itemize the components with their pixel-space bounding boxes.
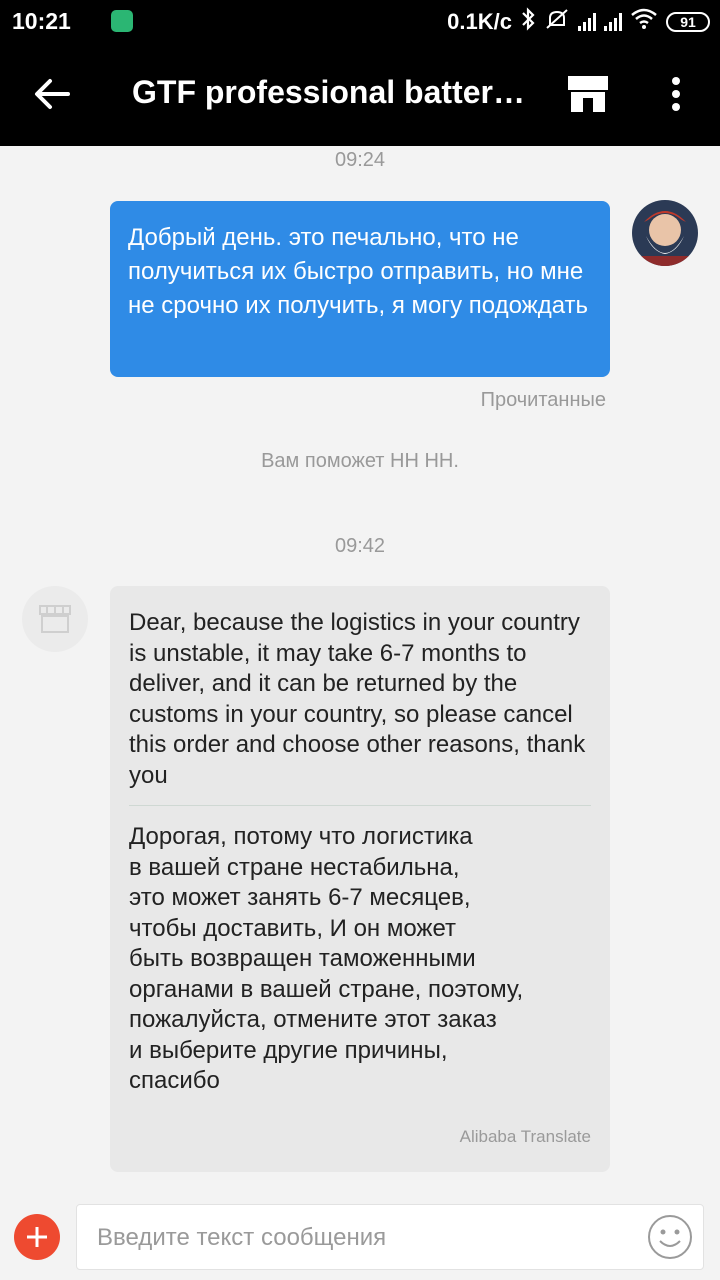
status-right: 0.1K/c 91 xyxy=(447,6,710,38)
top-bar: 10:21 0.1K/c 91 GTF professional battery… xyxy=(0,0,720,146)
plus-button[interactable] xyxy=(14,1214,60,1260)
seller-translation-text: Дорогая, потому что логистика в вашей ст… xyxy=(129,823,524,1094)
shop-avatar[interactable] xyxy=(22,586,88,652)
notification-app-icon xyxy=(111,10,133,32)
user-avatar[interactable] xyxy=(632,200,698,266)
status-bar: 10:21 0.1K/c 91 xyxy=(0,0,720,44)
timestamp: 09:42 xyxy=(334,535,386,557)
network-speed: 0.1K/c xyxy=(447,9,512,34)
read-status: Прочитанные xyxy=(480,389,606,411)
back-arrow-icon[interactable] xyxy=(30,72,74,116)
system-message: Вам поможет НН НН. xyxy=(261,450,459,472)
battery-icon: 91 xyxy=(666,12,710,32)
input-bar xyxy=(0,1192,720,1280)
message-input[interactable] xyxy=(95,1215,639,1261)
message-field[interactable] xyxy=(76,1204,704,1270)
emoji-icon[interactable] xyxy=(647,1214,693,1260)
chat-header: GTF professional battery... xyxy=(0,44,720,146)
translation-credit: Alibaba Translate xyxy=(459,1126,591,1146)
store-icon[interactable] xyxy=(566,74,610,114)
signal-icon-2 xyxy=(604,13,622,31)
wifi-icon xyxy=(630,8,658,36)
more-vert-icon[interactable] xyxy=(666,74,686,114)
chat-title: GTF professional battery... xyxy=(132,74,532,110)
bluetooth-icon xyxy=(520,7,536,37)
plus-icon xyxy=(27,1227,47,1247)
timestamp: 09:24 xyxy=(334,149,386,171)
mute-icon xyxy=(544,7,570,37)
seller-message-text: Dear, because the logistics in your coun… xyxy=(129,609,586,789)
seller-message-bubble[interactable]: Dear, because the logistics in your coun… xyxy=(110,586,610,1172)
divider xyxy=(129,805,591,806)
status-time: 10:21 xyxy=(12,8,71,34)
my-message-bubble[interactable]: Добрый день. это печально, что не получи… xyxy=(110,201,610,377)
signal-icon xyxy=(578,13,596,31)
